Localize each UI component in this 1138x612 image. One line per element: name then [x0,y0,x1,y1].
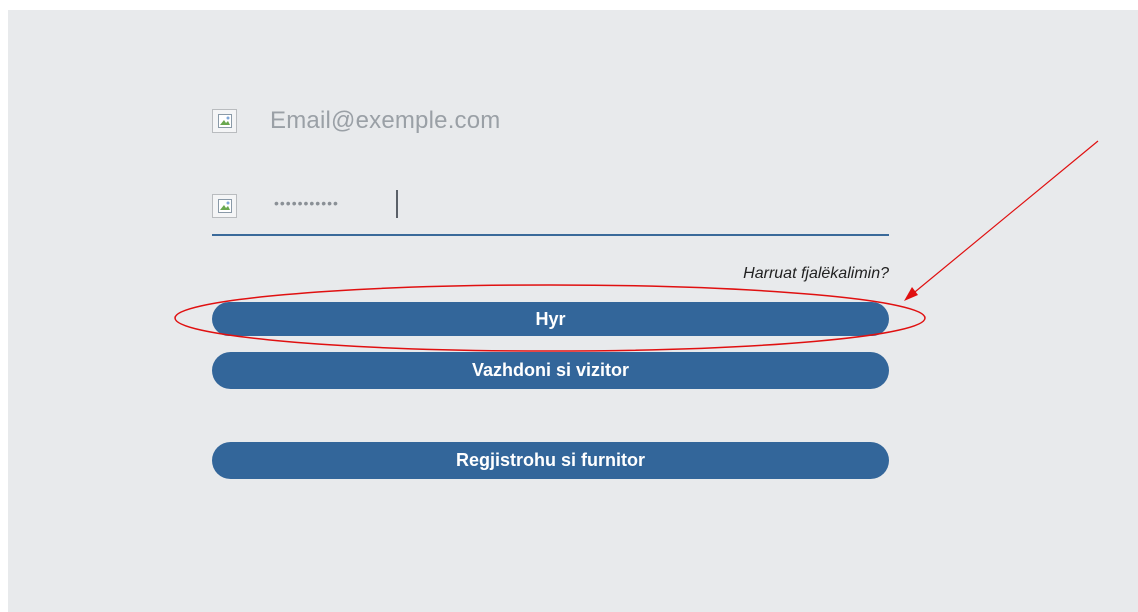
text-caret [396,190,398,218]
register-supplier-button[interactable]: Regjistrohu si furnitor [212,442,889,479]
continue-as-visitor-button[interactable]: Vazhdoni si vizitor [212,352,889,389]
email-field[interactable]: Email@exemple.com [212,102,889,142]
broken-image-icon [212,109,237,133]
email-placeholder: Email@exemple.com [270,107,501,134]
login-button[interactable]: Hyr [212,302,889,336]
forgot-password-link[interactable]: Harruat fjalëkalimin? [743,265,889,283]
broken-image-icon [212,194,237,218]
password-field[interactable]: ••••••••••• [212,186,889,236]
password-mask: ••••••••••• [274,195,339,211]
